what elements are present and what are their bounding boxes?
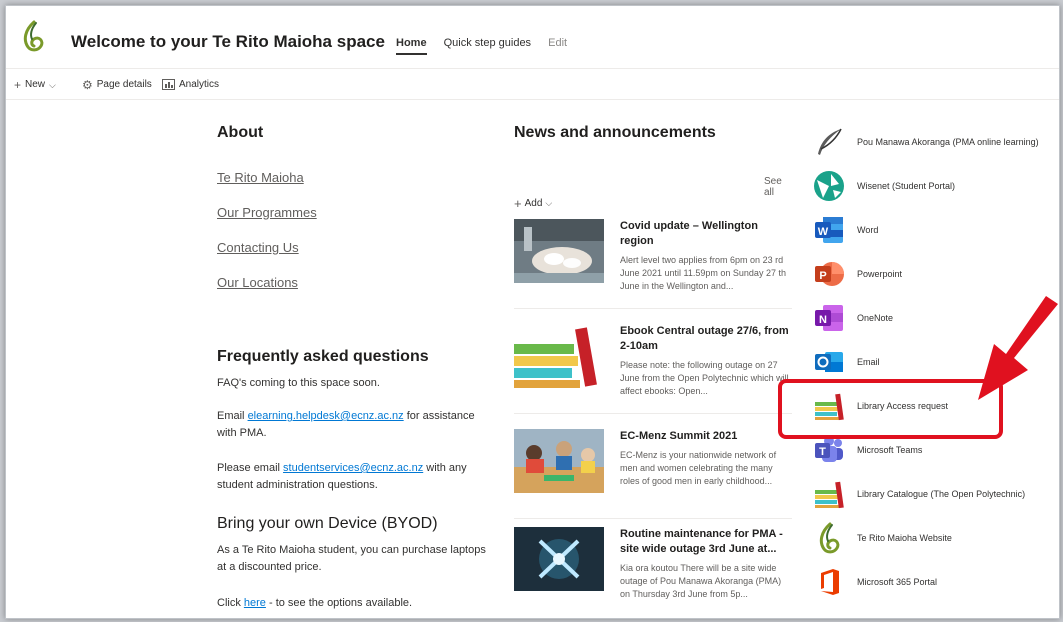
nav-edit[interactable]: Edit — [548, 37, 567, 49]
maintenance-thumbnail — [514, 527, 604, 591]
quick-link-label: Email — [857, 357, 880, 367]
quick-link-label: Pou Manawa Akoranga (PMA online learning… — [857, 137, 1039, 147]
svg-text:W: W — [818, 226, 829, 238]
news-title[interactable]: EC-Menz Summit 2021 — [620, 429, 792, 444]
quick-link-m365-portal[interactable]: Microsoft 365 Portal — [811, 564, 1059, 600]
word-icon: W — [811, 212, 847, 248]
faq-email-prefix: Email — [217, 410, 248, 422]
studentservices-email-link[interactable]: studentservices@ecnz.ac.nz — [283, 462, 423, 474]
quick-link-powerpoint[interactable]: P Powerpoint — [811, 256, 1059, 292]
analytics-button[interactable]: Analytics — [162, 79, 219, 90]
site-title: Welcome to your Te Rito Maioha space — [71, 32, 385, 51]
site-nav: Home Quick step guides Edit — [396, 37, 581, 55]
divider — [514, 413, 792, 414]
sharepoint-page: Welcome to your Te Rito Maioha space Hom… — [5, 5, 1060, 619]
plus-icon: + — [514, 196, 522, 211]
analytics-icon — [162, 79, 175, 90]
onenote-icon: N — [811, 300, 847, 336]
byod-here-link[interactable]: here — [244, 597, 266, 609]
page-details-label: Page details — [96, 79, 152, 90]
faq-heading: Frequently asked questions — [217, 348, 429, 365]
page-details-button[interactable]: ⚙ Page details — [82, 77, 152, 92]
quick-link-label: Powerpoint — [857, 269, 903, 279]
news-title[interactable]: Covid update – Wellington region — [620, 219, 792, 249]
handwashing-thumbnail — [514, 219, 604, 283]
news-desc: Please note: the following outage on 27 … — [620, 360, 789, 396]
news-title[interactable]: Routine maintenance for PMA - site wide … — [620, 527, 792, 557]
news-heading: News and announcements — [514, 124, 716, 141]
byod-text: As a Te Rito Maioha student, you can pur… — [217, 544, 486, 573]
analytics-label: Analytics — [179, 79, 220, 90]
annotation-arrow-icon — [978, 296, 1058, 400]
plus-icon: + — [14, 77, 22, 92]
quick-link-label: Library Catalogue (The Open Polytechnic) — [857, 489, 1026, 499]
nav-quick-step-guides[interactable]: Quick step guides — [444, 37, 531, 49]
feather-icon — [811, 124, 847, 160]
outlook-icon — [811, 344, 847, 380]
news-item[interactable]: EC-Menz Summit 2021 EC-Menz is your nati… — [514, 429, 794, 519]
byod-click-prefix: Click — [217, 597, 244, 609]
svg-text:N: N — [819, 314, 827, 326]
te-rito-logo-icon[interactable] — [19, 20, 47, 52]
te-rito-logo-icon — [811, 520, 847, 556]
news-desc: EC-Menz is your nationwide network of me… — [620, 450, 777, 486]
about-link-our-locations[interactable]: Our Locations — [217, 275, 298, 290]
divider — [514, 518, 792, 519]
quick-link-word[interactable]: W Word — [811, 212, 1059, 248]
wisenet-icon — [811, 168, 847, 204]
helpdesk-email-link[interactable]: elearning.helpdesk@ecnz.ac.nz — [248, 410, 404, 422]
quick-link-label: Word — [857, 225, 879, 235]
byod-click-paragraph: Click here - to see the options availabl… — [217, 595, 497, 612]
quick-link-library-catalogue[interactable]: Library Catalogue (The Open Polytechnic) — [811, 476, 1059, 512]
new-label: New — [25, 79, 46, 90]
quick-link-label: Wisenet (Student Portal) — [857, 181, 956, 191]
quick-link-wisenet[interactable]: Wisenet (Student Portal) — [811, 168, 1059, 204]
quick-link-label: Te Rito Maioha Website — [857, 533, 952, 543]
news-desc: Alert level two applies from 6pm on 23 r… — [620, 255, 786, 291]
about-column: About Te Rito Maioha Our Programmes Cont… — [217, 124, 497, 609]
news-item[interactable]: Routine maintenance for PMA - site wide … — [514, 527, 794, 617]
news-column: News and announcements See all + Add ⌵ C… — [514, 124, 794, 599]
faq-student-paragraph: Please email studentservices@ecnz.ac.nz … — [217, 460, 487, 494]
about-link-te-rito-maioha[interactable]: Te Rito Maioha — [217, 170, 304, 185]
about-heading: About — [217, 124, 264, 141]
powerpoint-icon: P — [811, 256, 847, 292]
books-thumbnail — [514, 324, 604, 388]
new-button[interactable]: + New ⌵ — [14, 77, 56, 92]
quick-link-te-rito-website[interactable]: Te Rito Maioha Website — [811, 520, 1059, 556]
classroom-thumbnail — [514, 429, 604, 493]
add-news-button[interactable]: + Add ⌵ — [514, 196, 552, 211]
quick-link-label: Microsoft Teams — [857, 445, 923, 455]
divider — [514, 308, 792, 309]
site-header: Welcome to your Te Rito Maioha space Hom… — [6, 6, 1059, 69]
svg-text:P: P — [819, 270, 826, 282]
books-icon — [811, 476, 847, 512]
news-title[interactable]: Ebook Central outage 27/6, from 2-10am — [620, 324, 792, 354]
news-desc: Kia ora koutou There will be a site wide… — [620, 563, 782, 599]
quick-link-label: OneNote — [857, 313, 894, 323]
see-all-link[interactable]: See all — [764, 176, 794, 198]
command-bar: + New ⌵ ⚙ Page details Analytics — [6, 69, 1059, 100]
nav-home[interactable]: Home — [396, 37, 427, 55]
faq-email-paragraph: Email elearning.helpdesk@ecnz.ac.nz for … — [217, 408, 487, 442]
about-link-contacting-us[interactable]: Contacting Us — [217, 240, 299, 255]
faq-student-prefix: Please email — [217, 462, 284, 474]
quick-link-pma[interactable]: Pou Manawa Akoranga (PMA online learning… — [811, 124, 1059, 160]
about-link-our-programmes[interactable]: Our Programmes — [217, 205, 317, 220]
quick-link-label: Microsoft 365 Portal — [857, 577, 938, 587]
news-item[interactable]: Ebook Central outage 27/6, from 2-10am P… — [514, 324, 794, 414]
byod-heading: Bring your own Device (BYOD) — [217, 515, 438, 532]
chevron-down-icon: ⌵ — [49, 79, 56, 90]
add-label: Add — [524, 198, 543, 209]
office-icon — [811, 564, 847, 600]
news-item[interactable]: Covid update – Wellington region Alert l… — [514, 219, 794, 309]
faq-line1: FAQ's coming to this space soon. — [217, 377, 380, 389]
chevron-down-icon: ⌵ — [545, 198, 553, 208]
gear-icon: ⚙ — [82, 77, 93, 92]
svg-text:T: T — [819, 446, 826, 458]
byod-click-suffix: - to see the options available. — [265, 597, 413, 609]
